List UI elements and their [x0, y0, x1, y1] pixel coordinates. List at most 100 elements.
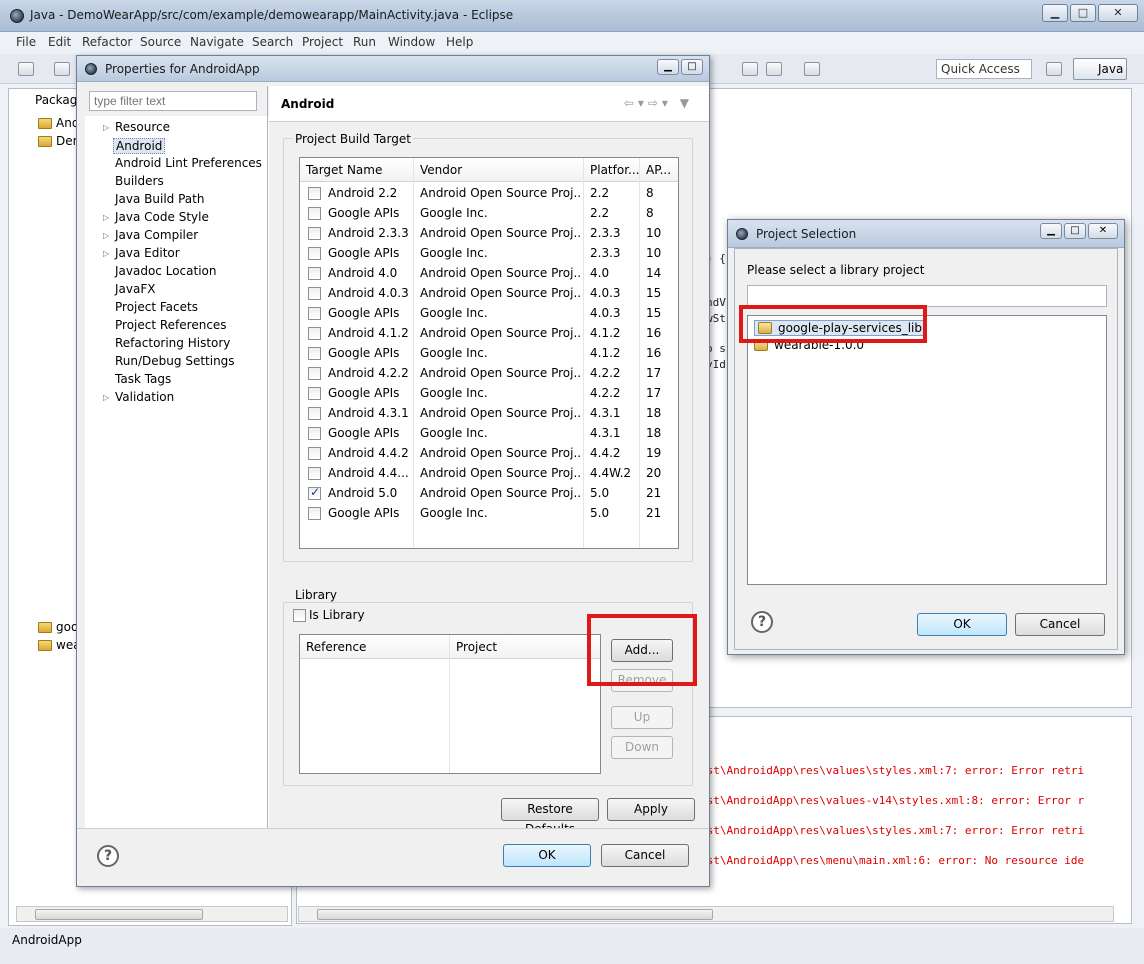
menu-navigate[interactable]: Navigate	[190, 35, 244, 49]
expand-arrow-icon[interactable]: ▷	[103, 213, 109, 222]
menu-run[interactable]: Run	[353, 35, 376, 49]
table-row[interactable]: Google APIs Google Inc. 4.2.2 17	[300, 384, 678, 404]
nav-item[interactable]: Project References	[115, 318, 227, 332]
table-row[interactable]: Google APIs Google Inc. 5.0 21	[300, 504, 678, 524]
is-library-checkbox[interactable]	[293, 609, 306, 622]
maximize-button[interactable]: □	[1070, 4, 1096, 22]
project-filter-input[interactable]	[747, 285, 1107, 307]
column-header[interactable]: Vendor	[420, 163, 462, 177]
table-row[interactable]: Android 4.4... Android Open Source Proj..…	[300, 464, 678, 484]
cancel-button[interactable]: Cancel	[1015, 613, 1105, 636]
target-checkbox[interactable]	[308, 227, 321, 240]
nav-item[interactable]: Run/Debug Settings	[115, 354, 235, 368]
nav-item[interactable]: Javadoc Location	[115, 264, 216, 278]
page-nav-arrows[interactable]: ⇦▾⇨▾ ▼	[624, 96, 693, 110]
target-checkbox[interactable]	[308, 347, 321, 360]
minimize-button[interactable]: ▁	[657, 59, 679, 75]
nav-item[interactable]: Android	[113, 138, 166, 154]
table-row[interactable]: Android 4.0.3 Android Open Source Proj...…	[300, 284, 678, 304]
expand-arrow-icon[interactable]: ▷	[103, 231, 109, 240]
back-icon[interactable]	[742, 62, 758, 76]
target-checkbox[interactable]	[308, 485, 321, 500]
save-icon[interactable]	[54, 62, 70, 76]
ok-button[interactable]: OK	[917, 613, 1007, 636]
expand-arrow-icon[interactable]: ▷	[103, 123, 109, 132]
nav-item[interactable]: Java Build Path	[115, 192, 204, 206]
menu-window[interactable]: Window	[388, 35, 435, 49]
restore-defaults-button[interactable]: Restore Defaults	[501, 798, 599, 836]
nav-item[interactable]: Java Code Style	[115, 210, 209, 224]
cancel-button[interactable]: Cancel	[601, 844, 689, 867]
target-checkbox[interactable]	[308, 447, 321, 460]
close-button[interactable]: ✕	[1088, 223, 1118, 239]
nav-item[interactable]: JavaFX	[115, 282, 155, 296]
target-checkbox[interactable]	[308, 327, 321, 340]
nav-item[interactable]: Java Compiler	[115, 228, 198, 242]
nav-item[interactable]: Task Tags	[115, 372, 171, 386]
ok-button[interactable]: OK	[503, 844, 591, 867]
nav-item[interactable]: Java Editor	[115, 246, 180, 260]
java-perspective-button[interactable]: Java	[1073, 58, 1127, 80]
library-table[interactable]: Reference Project	[299, 634, 601, 774]
minimize-button[interactable]: ▁	[1042, 4, 1068, 22]
target-checkbox[interactable]	[308, 387, 321, 400]
table-row[interactable]: Android 2.2 Android Open Source Proj... 2.…	[300, 184, 678, 204]
package-hscroll[interactable]	[16, 906, 288, 922]
nav-item[interactable]: Resource	[115, 120, 170, 134]
maximize-button[interactable]: □	[681, 59, 703, 75]
menu-edit[interactable]: Edit	[48, 35, 71, 49]
table-row[interactable]: Android 4.1.2 Android Open Source Proj...…	[300, 324, 678, 344]
column-header[interactable]: Reference	[306, 640, 366, 654]
target-checkbox[interactable]	[308, 467, 321, 480]
column-header[interactable]: Target Name	[306, 163, 382, 177]
table-row[interactable]: Google APIs Google Inc. 2.2 8	[300, 204, 678, 224]
up-button[interactable]: Up	[611, 706, 673, 729]
target-checkbox[interactable]	[308, 407, 321, 420]
new-icon[interactable]	[18, 62, 34, 76]
column-header[interactable]: Project	[456, 640, 497, 654]
down-button[interactable]: Down	[611, 736, 673, 759]
target-checkbox[interactable]	[308, 247, 321, 260]
help-icon[interactable]: ?	[751, 611, 773, 633]
target-checkbox[interactable]	[308, 367, 321, 380]
build-target-table[interactable]: Target Name Vendor Platfor... AP... Andr…	[299, 157, 679, 549]
table-row[interactable]: Android 5.0 Android Open Source Proj... 5.…	[300, 484, 678, 504]
column-header[interactable]: Platfor...	[590, 163, 639, 177]
close-button[interactable]: ✕	[1098, 4, 1138, 22]
nav-item[interactable]: Project Facets	[115, 300, 198, 314]
quick-access-input[interactable]: Quick Access	[936, 59, 1032, 79]
table-row[interactable]: Android 2.3.3 Android Open Source Proj...…	[300, 224, 678, 244]
apply-button[interactable]: Apply	[607, 798, 695, 821]
menu-help[interactable]: Help	[446, 35, 473, 49]
table-row[interactable]: Google APIs Google Inc. 4.3.1 18	[300, 424, 678, 444]
menu-source[interactable]: Source	[140, 35, 181, 49]
table-row[interactable]: Google APIs Google Inc. 2.3.3 10	[300, 244, 678, 264]
nav-item[interactable]: Builders	[115, 174, 164, 188]
menu-file[interactable]: File	[16, 35, 36, 49]
filter-input[interactable]	[89, 91, 257, 111]
target-checkbox[interactable]	[308, 267, 321, 280]
minimize-button[interactable]: ▁	[1040, 223, 1062, 239]
forward-icon[interactable]	[804, 62, 820, 76]
table-row[interactable]: Android 4.0 Android Open Source Proj... 4.…	[300, 264, 678, 284]
tree-item[interactable]: goo	[56, 620, 78, 634]
help-icon[interactable]: ?	[97, 845, 119, 867]
nav-item[interactable]: Validation	[115, 390, 174, 404]
package-explorer-tab[interactable]: Packag	[13, 91, 83, 111]
menu-project[interactable]: Project	[302, 35, 343, 49]
maximize-button[interactable]: □	[1064, 223, 1086, 239]
nav-item[interactable]: Refactoring History	[115, 336, 230, 350]
menu-search[interactable]: Search	[252, 35, 293, 49]
open-perspective-icon[interactable]	[1046, 62, 1062, 76]
target-checkbox[interactable]	[308, 187, 321, 200]
target-checkbox[interactable]	[308, 207, 321, 220]
console-hscroll[interactable]	[298, 906, 1114, 922]
table-row[interactable]: Android 4.4.2 Android Open Source Proj...…	[300, 444, 678, 464]
column-header[interactable]: AP...	[646, 163, 671, 177]
target-checkbox[interactable]	[308, 307, 321, 320]
target-checkbox[interactable]	[308, 287, 321, 300]
table-row[interactable]: Google APIs Google Inc. 4.1.2 16	[300, 344, 678, 364]
target-checkbox[interactable]	[308, 507, 321, 520]
table-row[interactable]: Android 4.2.2 Android Open Source Proj...…	[300, 364, 678, 384]
expand-arrow-icon[interactable]: ▷	[103, 393, 109, 402]
